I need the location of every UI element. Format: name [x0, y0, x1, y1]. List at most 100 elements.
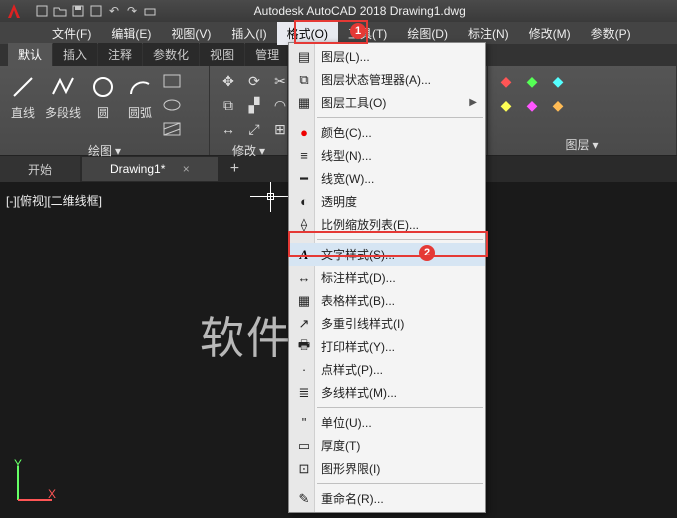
- chevron-down-icon[interactable]: ▾: [115, 144, 121, 158]
- new-icon[interactable]: [34, 3, 50, 19]
- menu-item-scale[interactable]: ⟠比例缩放列表(E)...: [289, 213, 485, 236]
- circle-icon: [88, 72, 118, 102]
- thick-icon: ▭: [295, 438, 313, 454]
- svg-text:Y: Y: [14, 458, 22, 471]
- menu-item-limits[interactable]: ⊡ 图形界限(I): [289, 457, 485, 480]
- menu-file[interactable]: 文件(F): [42, 22, 101, 45]
- ptstyle-icon: ·: [295, 362, 313, 378]
- dimstyle-icon: ↔: [295, 270, 313, 286]
- stretch-icon[interactable]: ↔: [216, 118, 240, 140]
- menu-item-ptstyle[interactable]: ·点样式(P)...: [289, 358, 485, 381]
- ribbon-tab-parametric[interactable]: 参数化: [143, 43, 199, 66]
- redo-icon[interactable]: ↷: [124, 3, 140, 19]
- mirror-icon[interactable]: ▞: [242, 94, 266, 116]
- menu-item-label: 图层工具(O): [321, 94, 386, 111]
- menu-item-ltype[interactable]: ≡线型(N)...: [289, 144, 485, 167]
- save-icon[interactable]: [70, 3, 86, 19]
- submenu-arrow-icon: ▶: [469, 97, 477, 108]
- layer-icon[interactable]: ◆: [494, 70, 518, 92]
- ucs-icon: XY: [10, 458, 60, 508]
- app-logo[interactable]: [4, 1, 30, 21]
- layerstate-icon: ⧉: [295, 72, 313, 88]
- menu-item-units[interactable]: "单位(U)...: [289, 411, 485, 434]
- format-dropdown-menu: ▤图层(L)...⧉图层状态管理器(A)... ▦ 图层工具(O) ▶ ●颜色(C)..…: [288, 42, 486, 513]
- menu-item-label: 标注样式(D)...: [321, 269, 396, 286]
- layer-icon[interactable]: ◆: [520, 70, 544, 92]
- menu-item-label: 文字样式(S)...: [321, 246, 395, 263]
- copy-icon[interactable]: ⧉: [216, 94, 240, 116]
- menu-item-label: 线型(N)...: [321, 147, 372, 164]
- polyline-button[interactable]: 多段线: [43, 70, 83, 123]
- scale-icon[interactable]: ⤢: [242, 118, 266, 140]
- menu-item-rename[interactable]: ✎重命名(R)...: [289, 487, 485, 510]
- print-icon[interactable]: [142, 3, 158, 19]
- new-tab-button[interactable]: +: [220, 160, 249, 178]
- ribbon-tab-manage[interactable]: 管理: [245, 43, 289, 66]
- ribbon-tab-default[interactable]: 默认: [8, 43, 52, 66]
- title-bar: ↶ ↷ Autodesk AutoCAD 2018 Drawing1.dwg: [0, 0, 677, 22]
- arc-button[interactable]: 圆弧: [123, 70, 157, 123]
- window-title: Autodesk AutoCAD 2018 Drawing1.dwg: [254, 4, 466, 18]
- menu-item-layerstate[interactable]: ⧉图层状态管理器(A)...: [289, 68, 485, 91]
- tblstyle-icon: ▦: [295, 293, 313, 309]
- menu-item-label: 重命名(R)...: [321, 490, 384, 507]
- saveas-icon[interactable]: [88, 3, 104, 19]
- menu-item-lweight[interactable]: ━线宽(W)...: [289, 167, 485, 190]
- rect-icon[interactable]: [160, 70, 184, 92]
- menu-edit[interactable]: 编辑(E): [101, 22, 161, 45]
- layer-icon[interactable]: ◆: [494, 94, 518, 116]
- open-icon[interactable]: [52, 3, 68, 19]
- menu-item-color[interactable]: ●颜色(C)...: [289, 121, 485, 144]
- ellipse-icon[interactable]: [160, 94, 184, 116]
- layer-icon[interactable]: ◆: [546, 94, 570, 116]
- chevron-down-icon[interactable]: ▾: [259, 144, 265, 158]
- ribbon-tab-annotate[interactable]: 注释: [98, 43, 142, 66]
- svg-text:X: X: [48, 487, 56, 501]
- file-tab-drawing1[interactable]: Drawing1* ×: [82, 157, 218, 181]
- menu-item-textstyle[interactable]: A文字样式(S)...2: [289, 243, 485, 266]
- viewport-label[interactable]: [-][俯视][二维线框]: [6, 192, 102, 209]
- ribbon-tab-view[interactable]: 视图: [200, 43, 244, 66]
- chevron-down-icon[interactable]: ▾: [592, 138, 598, 152]
- menu-item-label: 比例缩放列表(E)...: [321, 216, 419, 233]
- layer-icon[interactable]: ◆: [546, 70, 570, 92]
- move-icon[interactable]: ✥: [216, 70, 240, 92]
- panel-layer: ◆ ◆ ◆ ◆ ◆ ◆ 图层▾: [488, 66, 677, 155]
- line-icon: [8, 72, 38, 102]
- panel-draw: 直线 多段线 圆 圆弧 绘图▾: [0, 66, 210, 155]
- hatch-icon[interactable]: [160, 118, 184, 140]
- undo-icon[interactable]: ↶: [106, 3, 122, 19]
- layertools-icon: ▦: [295, 95, 313, 111]
- menu-item-layers[interactable]: ▤图层(L)...: [289, 45, 485, 68]
- menu-item-label: 打印样式(Y)...: [321, 338, 395, 355]
- menu-item-layertools[interactable]: ▦ 图层工具(O) ▶: [289, 91, 485, 114]
- limits-icon: ⊡: [295, 461, 313, 477]
- menu-item-tblstyle[interactable]: ▦表格样式(B)...: [289, 289, 485, 312]
- menu-view[interactable]: 视图(V): [161, 22, 221, 45]
- menu-bar: 文件(F) 编辑(E) 视图(V) 插入(I) 格式(O) 工具(T) 绘图(D…: [0, 22, 677, 44]
- arc-icon: [125, 72, 155, 102]
- menu-insert[interactable]: 插入(I): [221, 22, 276, 45]
- menu-parametric[interactable]: 参数(P): [581, 22, 641, 45]
- menu-item-label: 图层(L)...: [321, 48, 370, 65]
- layer-icon[interactable]: ◆: [520, 94, 544, 116]
- ribbon-tab-insert[interactable]: 插入: [53, 43, 97, 66]
- menu-modify[interactable]: 修改(M): [519, 22, 581, 45]
- menu-item-dimstyle[interactable]: ↔ 标注样式(D)...: [289, 266, 485, 289]
- menu-item-label: 图形界限(I): [321, 460, 380, 477]
- menu-item-label: 多重引线样式(I): [321, 315, 404, 332]
- menu-item-mlstyle[interactable]: ≣ 多线样式(M)...: [289, 381, 485, 404]
- mlstyle-icon: ≣: [295, 385, 313, 401]
- rotate-icon[interactable]: ⟳: [242, 70, 266, 92]
- color-icon: ●: [295, 125, 313, 141]
- line-button[interactable]: 直线: [6, 70, 40, 123]
- menu-item-thick[interactable]: ▭厚度(T): [289, 434, 485, 457]
- menu-item-label: 多线样式(M)...: [321, 384, 397, 401]
- quick-access-toolbar: ↶ ↷: [34, 3, 158, 19]
- circle-button[interactable]: 圆: [86, 70, 120, 123]
- menu-item-mleader[interactable]: ↗多重引线样式(I): [289, 312, 485, 335]
- close-icon[interactable]: ×: [183, 162, 190, 176]
- menu-item-plot[interactable]: 🖶打印样式(Y)...: [289, 335, 485, 358]
- menu-item-trans[interactable]: ◐透明度: [289, 190, 485, 213]
- file-tab-start[interactable]: 开始: [0, 156, 80, 183]
